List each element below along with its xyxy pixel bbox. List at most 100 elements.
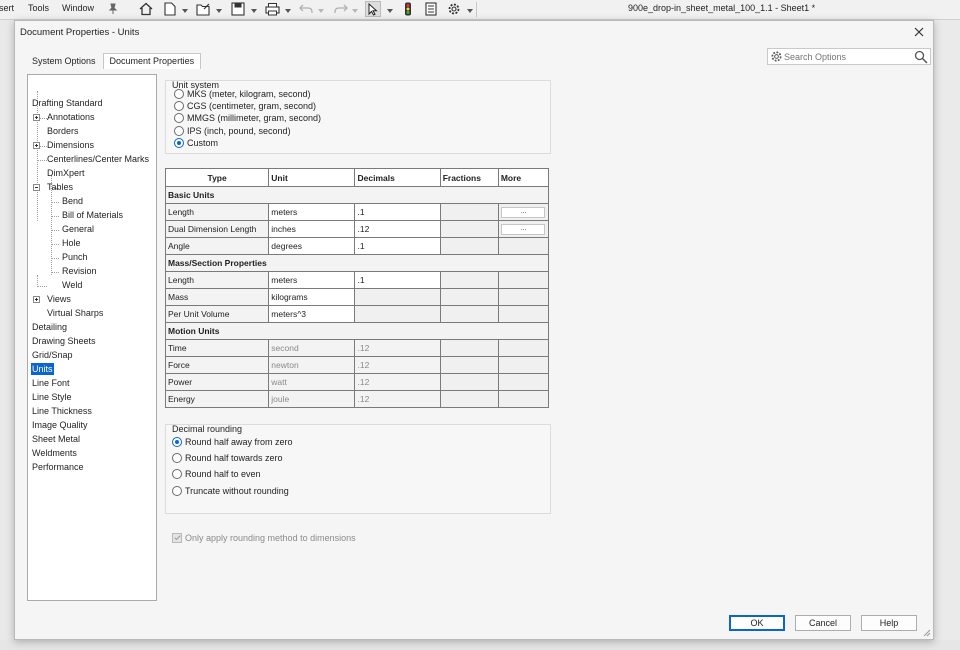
radio-button[interactable] [174,101,184,111]
print-icon[interactable] [264,1,280,17]
tree-item-grid-snap[interactable]: Grid/Snap [31,349,74,361]
cell-decimals: .12 [354,373,441,391]
resize-grip-icon[interactable] [923,629,931,637]
collapse-icon[interactable] [33,184,40,191]
save-icon[interactable] [230,1,246,17]
more-button[interactable]: ... [501,206,546,218]
tree-item-bill-of-materials[interactable]: Bill of Materials [61,209,124,221]
table-row: Time second .12 [164,339,550,357]
tree-item-views[interactable]: Views [46,293,72,305]
cell-unit-dropdown[interactable]: meters [268,271,356,289]
radio-button[interactable] [174,89,184,99]
tree-item-tables[interactable]: Tables [46,181,74,193]
gear-icon[interactable] [446,1,462,17]
expand-icon[interactable] [33,142,40,149]
radio-button[interactable] [172,486,182,496]
radio-cgs[interactable]: CGS (centimeter, gram, second) [174,100,316,112]
cell-unit-dropdown[interactable]: degrees [268,237,356,255]
cell-decimals-dropdown[interactable]: .12 [354,220,441,238]
tree-item-line-font[interactable]: Line Font [31,377,71,389]
chevron-down-icon[interactable] [467,6,473,13]
tree-item-annotations[interactable]: Annotations [46,111,96,123]
radio-button[interactable] [174,138,184,148]
chevron-down-icon[interactable] [285,6,291,13]
cell-unit-dropdown[interactable]: meters [268,203,356,221]
radio-button[interactable] [172,469,182,479]
home-icon[interactable] [138,1,154,17]
ok-button[interactable]: OK [729,615,785,631]
select-cursor-icon[interactable] [365,1,381,17]
expand-icon[interactable] [33,114,40,121]
open-folder-icon[interactable] [195,1,211,17]
tree-guide-line [51,216,59,217]
cell-decimals-dropdown[interactable]: .1 [354,203,441,221]
radio-button[interactable] [172,453,182,463]
tab-document-properties[interactable]: Document Properties [102,53,202,69]
tree-item-drawing-sheets[interactable]: Drawing Sheets [31,335,97,347]
tree-item-sheet-metal[interactable]: Sheet Metal [31,433,81,445]
tree-item-bend[interactable]: Bend [61,195,84,207]
tab-system-options[interactable]: System Options [25,53,103,69]
chevron-down-icon[interactable] [318,6,324,13]
tree-item-hole[interactable]: Hole [61,237,82,249]
tree-item-performance[interactable]: Performance [31,461,85,473]
chevron-down-icon[interactable] [216,6,222,13]
tree-item-dimensions[interactable]: Dimensions [46,139,95,151]
tree-item-revision[interactable]: Revision [61,265,98,277]
only-apply-rounding-checkbox [172,533,182,543]
tree-item-detailing[interactable]: Detailing [31,321,68,333]
expand-icon[interactable] [33,296,40,303]
more-button[interactable]: ... [501,223,546,235]
tree-item-punch[interactable]: Punch [61,251,89,263]
search-options-input[interactable] [784,50,912,63]
radio-ips[interactable]: IPS (inch, pound, second) [174,125,291,137]
radio-mks[interactable]: MKS (meter, kilogram, second) [174,88,311,100]
tree-item-general[interactable]: General [61,223,95,235]
tree-item-drafting-standard[interactable]: Drafting Standard [31,97,104,109]
tree-item-image-quality[interactable]: Image Quality [31,419,89,431]
tree-item-dimxpert[interactable]: DimXpert [46,167,86,179]
menu-window[interactable]: Window [62,3,94,13]
tree-item-line-style[interactable]: Line Style [31,391,73,403]
radio-mmgs[interactable]: MMGS (millimeter, gram, second) [174,112,321,124]
rebuild-traffic-light-icon[interactable] [400,1,416,17]
tree-item-centerlines[interactable]: Centerlines/Center Marks [46,153,150,165]
pin-icon[interactable] [105,1,121,17]
cell-decimals-dropdown[interactable]: .1 [354,237,441,255]
search-icon[interactable] [914,50,928,64]
cell-decimals-dropdown[interactable]: .1 [354,271,441,289]
chevron-down-icon[interactable] [387,6,393,13]
redo-icon[interactable] [333,1,349,17]
help-button[interactable]: Help [861,615,917,631]
chevron-down-icon[interactable] [251,6,257,13]
tree-item-borders[interactable]: Borders [46,125,80,137]
file-properties-icon[interactable] [423,1,439,17]
radio-button[interactable] [174,113,184,123]
menu-tools[interactable]: Tools [28,3,49,13]
cell-unit-dropdown[interactable]: inches [268,220,356,238]
tree-item-virtual-sharps[interactable]: Virtual Sharps [46,307,104,319]
radio-round-half-away[interactable]: Round half away from zero [172,436,293,448]
tree-item-weldments[interactable]: Weldments [31,447,78,459]
cancel-button[interactable]: Cancel [795,615,851,631]
cell-unit-dropdown[interactable]: kilograms [268,288,356,306]
radio-custom[interactable]: Custom [174,137,218,149]
menu-insert[interactable]: sert [0,3,14,13]
close-icon[interactable] [911,24,927,40]
radio-round-half-towards[interactable]: Round half towards zero [172,452,283,464]
cell-unit-dropdown[interactable]: meters^3 [268,305,356,323]
tree-item-units[interactable]: Units [31,363,54,375]
radio-button[interactable] [172,437,182,447]
chevron-down-icon[interactable] [182,6,188,13]
radio-truncate[interactable]: Truncate without rounding [172,485,289,497]
tree-item-weld[interactable]: Weld [61,279,83,291]
radio-round-half-even[interactable]: Round half to even [172,468,261,480]
new-document-icon[interactable] [162,1,178,17]
chevron-down-icon[interactable] [352,6,358,13]
cell-decimals: .12 [354,390,441,408]
cell-more: ... [497,203,550,221]
undo-icon[interactable] [298,1,314,17]
cell-fractions [439,339,499,357]
tree-item-line-thickness[interactable]: Line Thickness [31,405,93,417]
radio-button[interactable] [174,126,184,136]
